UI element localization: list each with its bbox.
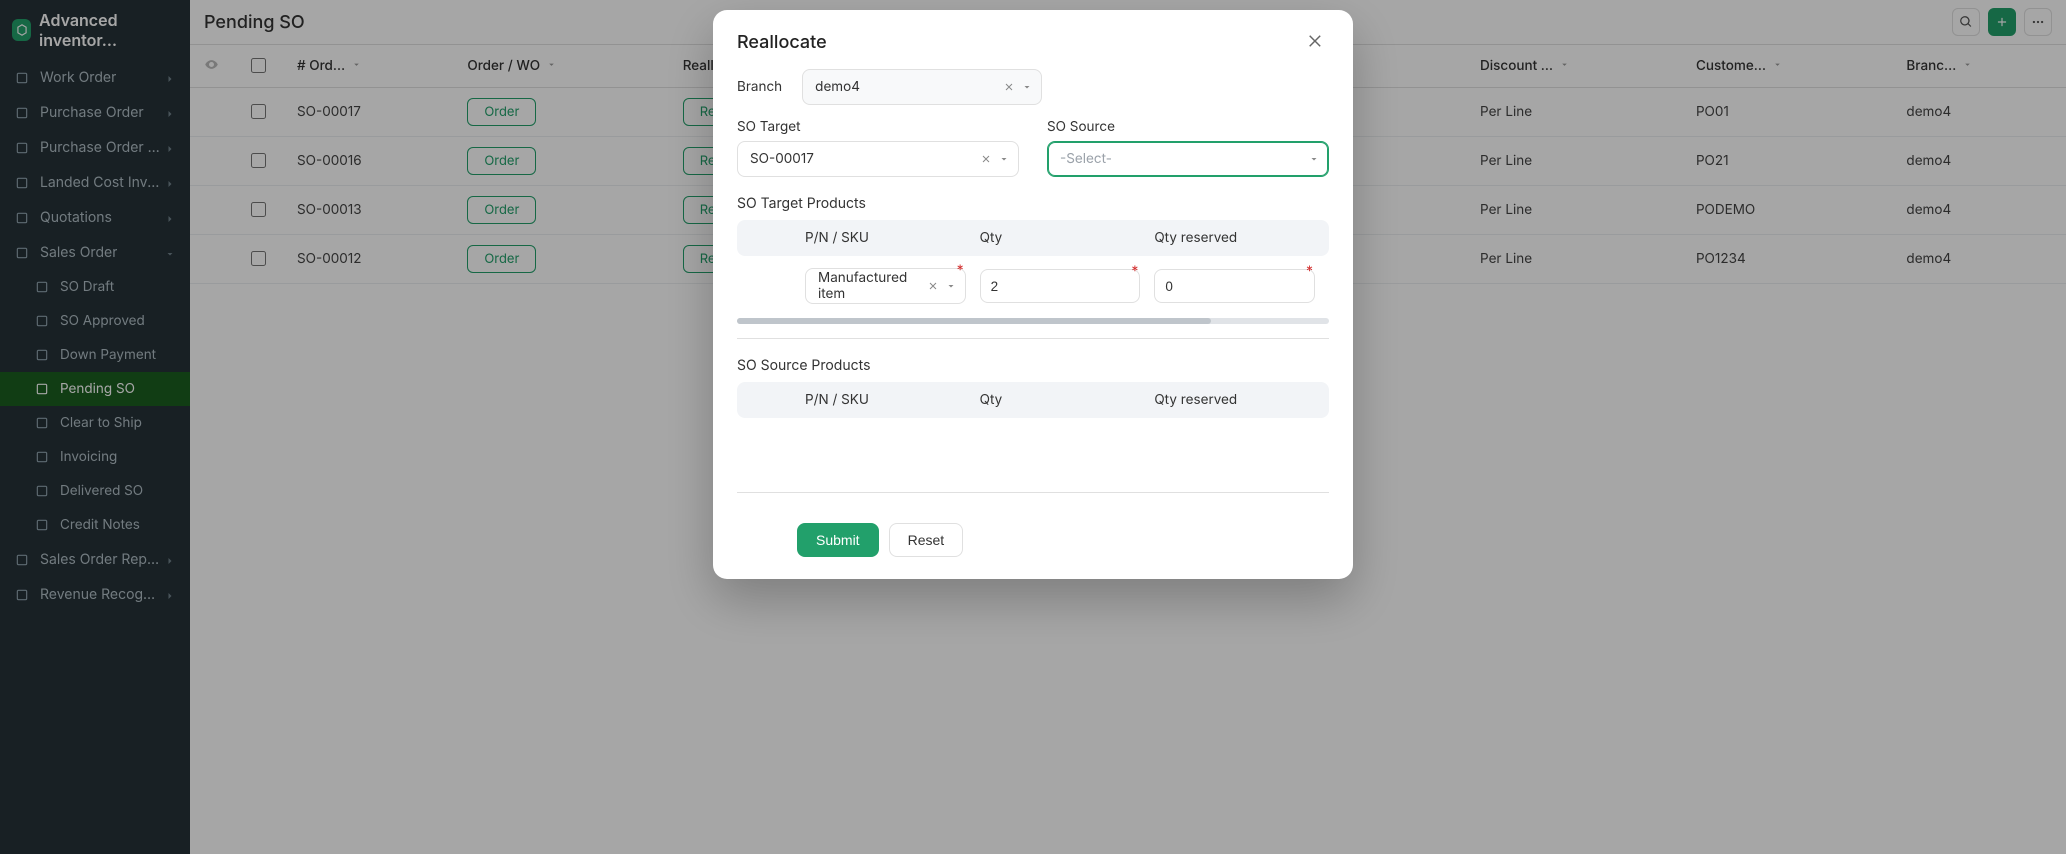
chevron-down-icon — [998, 153, 1010, 165]
so-source-placeholder: -Select- — [1060, 151, 1302, 167]
modal-title: Reallocate — [737, 32, 827, 53]
product-value: Manufactured item — [818, 270, 921, 302]
branch-select[interactable]: demo4 — [802, 69, 1042, 105]
target-product-row: * Manufactured item * * — [737, 256, 1329, 310]
chevron-down-icon — [945, 280, 957, 292]
target-products-title: SO Target Products — [737, 195, 1329, 212]
required-icon: * — [1306, 263, 1313, 280]
modal-footer: Submit Reset — [713, 507, 1353, 579]
chevron-down-icon — [1308, 153, 1320, 165]
divider — [737, 338, 1329, 339]
so-source-field: SO Source -Select- — [1047, 119, 1329, 177]
close-button[interactable] — [1303, 28, 1329, 57]
required-icon: * — [957, 262, 964, 279]
source-products-title: SO Source Products — [737, 357, 1329, 374]
modal-body: Branch demo4 SO Target SO-00017 — [713, 65, 1353, 507]
col-reserved: Qty reserved — [1154, 392, 1315, 408]
modal-overlay[interactable]: Reallocate Branch demo4 SO Target — [0, 0, 2066, 854]
target-products-header: P/N / SKU Qty Qty reserved — [737, 220, 1329, 256]
clear-icon[interactable] — [980, 153, 992, 165]
scrollbar-thumb[interactable] — [737, 318, 1211, 324]
branch-label: Branch — [737, 79, 782, 95]
col-qty: Qty — [980, 230, 1141, 246]
modal-header: Reallocate — [713, 10, 1353, 65]
horizontal-scrollbar[interactable] — [737, 318, 1329, 324]
so-target-label: SO Target — [737, 119, 1019, 135]
branch-value: demo4 — [815, 79, 997, 95]
close-icon — [1307, 32, 1325, 50]
source-products-header: P/N / SKU Qty Qty reserved — [737, 382, 1329, 418]
clear-icon[interactable] — [927, 280, 939, 292]
col-pn: P/N / SKU — [805, 230, 966, 246]
divider — [737, 492, 1329, 493]
so-target-field: SO Target SO-00017 — [737, 119, 1019, 177]
reset-button[interactable]: Reset — [889, 523, 964, 557]
col-qty: Qty — [980, 392, 1141, 408]
product-select[interactable]: Manufactured item — [805, 268, 966, 304]
submit-button[interactable]: Submit — [797, 523, 879, 557]
qty-reserved-input[interactable] — [1154, 269, 1315, 303]
so-source-label: SO Source — [1047, 119, 1329, 135]
required-icon: * — [1131, 263, 1138, 280]
reallocate-modal: Reallocate Branch demo4 SO Target — [713, 10, 1353, 579]
chevron-down-icon — [1021, 81, 1033, 93]
so-source-select[interactable]: -Select- — [1047, 141, 1329, 177]
col-reserved: Qty reserved — [1154, 230, 1315, 246]
col-pn: P/N / SKU — [805, 392, 966, 408]
so-target-value: SO-00017 — [750, 151, 974, 167]
so-target-select[interactable]: SO-00017 — [737, 141, 1019, 177]
qty-input[interactable] — [980, 269, 1141, 303]
clear-icon[interactable] — [1003, 81, 1015, 93]
branch-field: Branch demo4 — [737, 69, 1329, 105]
